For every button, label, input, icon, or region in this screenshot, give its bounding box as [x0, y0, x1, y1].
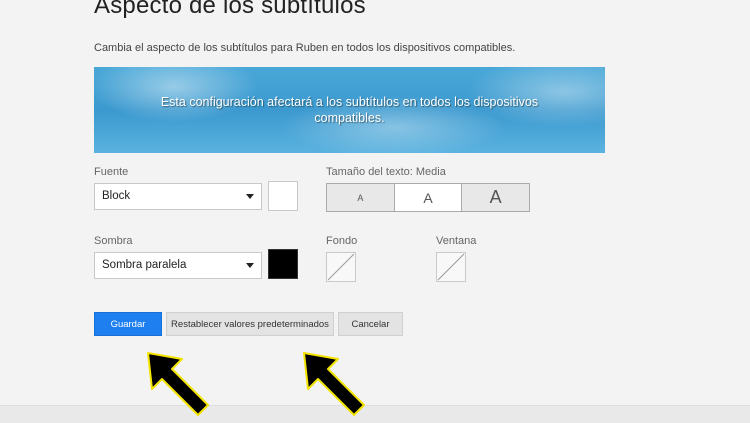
font-select-value: Block: [102, 190, 131, 202]
text-size-medium-button[interactable]: A: [394, 184, 463, 211]
window-label: Ventana: [436, 235, 477, 247]
shadow-select[interactable]: Sombra paralela: [94, 252, 262, 279]
cancel-button[interactable]: Cancelar: [338, 312, 403, 336]
page-footer-strip: [0, 405, 750, 423]
font-label: Fuente: [94, 166, 129, 178]
text-size-selector: A A A: [326, 183, 530, 212]
reset-defaults-button[interactable]: Restablecer valores predeterminados: [166, 312, 334, 336]
pointer-arrow-icon: [147, 352, 209, 416]
chevron-down-icon: [246, 194, 254, 199]
text-size-large-button[interactable]: A: [462, 184, 530, 211]
subtitle-preview: Esta configuración afectará a los subtít…: [94, 67, 605, 153]
chevron-down-icon: [246, 263, 254, 268]
font-color-swatch[interactable]: [268, 181, 298, 211]
save-button[interactable]: Guardar: [94, 312, 162, 336]
shadow-label: Sombra: [94, 235, 133, 247]
page-description: Cambia el aspecto de los subtítulos para…: [94, 42, 516, 54]
shadow-color-swatch[interactable]: [268, 249, 298, 279]
window-color-swatch[interactable]: [436, 252, 466, 282]
font-select[interactable]: Block: [94, 183, 262, 210]
text-size-label: Tamaño del texto: Media: [326, 166, 446, 178]
no-color-icon: [437, 253, 465, 281]
text-size-small-button[interactable]: A: [327, 184, 395, 211]
no-color-icon: [327, 253, 355, 281]
background-label: Fondo: [326, 235, 358, 247]
shadow-select-value: Sombra paralela: [102, 259, 187, 271]
page-title: Aspecto de los subtítulos: [94, 0, 366, 19]
pointer-arrow-icon: [303, 352, 365, 416]
background-color-swatch[interactable]: [326, 252, 356, 282]
preview-text: Esta configuración afectará a los subtít…: [160, 95, 539, 125]
